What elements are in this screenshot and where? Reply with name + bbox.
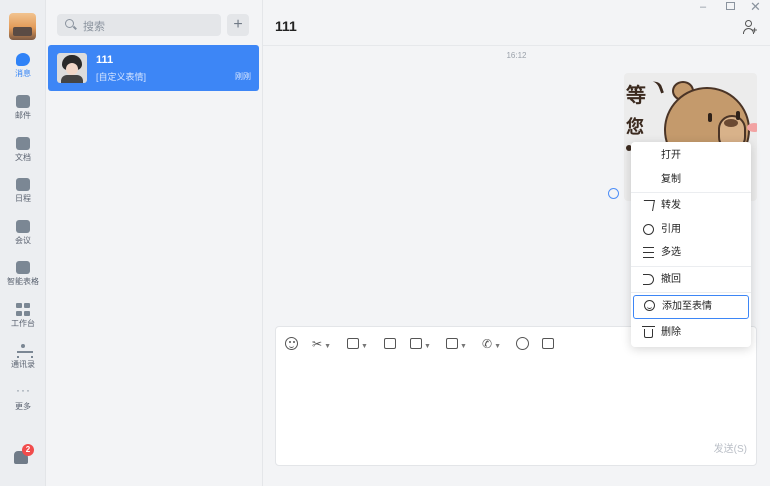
rail-item-label: 会议 bbox=[15, 236, 31, 245]
chat-title: 111 bbox=[275, 18, 297, 34]
context-menu: 打开 复制 转发 引用 多选 撤回 添加至表情 删除 bbox=[631, 142, 751, 347]
clock-icon bbox=[542, 338, 554, 349]
conversation-time: 刚刚 bbox=[235, 72, 251, 81]
sending-status-icon bbox=[608, 188, 619, 199]
menu-divider bbox=[631, 266, 751, 267]
close-button[interactable]: ✕ bbox=[750, 0, 761, 15]
rail-item-label: 文档 bbox=[15, 153, 31, 162]
menu-item-recall[interactable]: 撤回 bbox=[631, 269, 751, 291]
search-input[interactable]: 搜索 bbox=[57, 14, 221, 36]
notification-button[interactable]: 2 bbox=[13, 444, 34, 464]
chat-bubble-icon bbox=[16, 53, 30, 66]
forward-icon bbox=[642, 200, 655, 211]
menu-item-label: 转发 bbox=[661, 200, 681, 211]
task-tool[interactable]: ▼ bbox=[410, 336, 431, 352]
menu-item-label: 多选 bbox=[661, 247, 681, 258]
message-timestamp: 16:12 bbox=[506, 51, 527, 60]
menu-item-delete[interactable]: 删除 bbox=[631, 322, 751, 344]
menu-item-label: 复制 bbox=[661, 174, 681, 185]
image-tool[interactable]: ▼ bbox=[347, 336, 368, 352]
user-avatar[interactable] bbox=[9, 13, 36, 40]
more-icon: ··· bbox=[16, 383, 31, 397]
multi-select-icon bbox=[643, 247, 654, 258]
rail-item-label: 邮件 bbox=[15, 111, 31, 120]
menu-item-copy[interactable]: 复制 bbox=[631, 169, 751, 191]
message-input[interactable]: ✂ ▼ ▼ ▼ ▼ ✆ ▼ 发送(S) bbox=[275, 326, 757, 466]
conversation-item[interactable]: 111 [自定义表情] 刚刚 bbox=[48, 45, 259, 91]
sticker-glyph-2: 您 bbox=[626, 117, 644, 138]
rail-item-label: 智能表格 bbox=[7, 277, 39, 286]
rail-item-label: 更多 bbox=[15, 402, 31, 411]
menu-item-add-to-stickers[interactable]: 添加至表情 bbox=[633, 295, 749, 319]
rail-item-smart-sheet[interactable]: 智能表格 bbox=[0, 257, 46, 295]
search-placeholder: 搜索 bbox=[83, 21, 105, 33]
menu-item-label: 添加至表情 bbox=[662, 301, 712, 312]
smart-sheet-icon bbox=[16, 261, 30, 274]
send-button[interactable]: 发送(S) bbox=[714, 440, 747, 455]
undo-icon bbox=[643, 274, 654, 285]
rail-item-label: 消息 bbox=[15, 69, 31, 78]
rail-item-contacts[interactable]: 通讯录 bbox=[0, 340, 46, 378]
schedule-tool[interactable] bbox=[542, 336, 554, 352]
calendar-icon bbox=[16, 178, 30, 191]
rail-item-more[interactable]: ··· 更多 bbox=[0, 382, 46, 420]
meeting-icon bbox=[16, 220, 30, 233]
menu-divider bbox=[631, 192, 751, 193]
scissors-icon: ✂ bbox=[312, 337, 323, 351]
quote-icon bbox=[643, 224, 654, 235]
minimize-button[interactable]: – bbox=[700, 1, 706, 13]
conversation-list: 搜索 + 111 [自定义表情] 刚刚 bbox=[46, 0, 263, 486]
add-button[interactable]: + bbox=[227, 14, 249, 36]
smile-icon bbox=[644, 300, 655, 311]
contacts-icon bbox=[16, 344, 33, 358]
document-icon bbox=[16, 137, 30, 150]
menu-item-multi-select[interactable]: 多选 bbox=[631, 242, 751, 264]
emoji-icon[interactable] bbox=[285, 337, 298, 350]
menu-item-label: 撤回 bbox=[661, 274, 681, 285]
menu-item-forward[interactable]: 转发 bbox=[631, 195, 751, 217]
rail-item-messages[interactable]: 消息 bbox=[0, 49, 46, 87]
menu-item-quote[interactable]: 引用 bbox=[631, 219, 751, 241]
rail-item-mail[interactable]: 邮件 bbox=[0, 91, 46, 129]
maximize-button[interactable] bbox=[726, 2, 735, 10]
conversation-avatar bbox=[57, 53, 87, 83]
menu-item-label: 引用 bbox=[661, 224, 681, 235]
conversation-preview: [自定义表情] bbox=[96, 72, 147, 82]
rail-item-meeting[interactable]: 会议 bbox=[0, 216, 46, 254]
screenshot-tool[interactable]: ✂ ▼ bbox=[312, 336, 331, 352]
ellipsis-icon bbox=[516, 337, 529, 350]
image-icon bbox=[347, 338, 359, 349]
phone-icon: ✆ bbox=[482, 337, 493, 351]
rail-item-label: 工作台 bbox=[11, 319, 35, 328]
header-divider bbox=[263, 45, 770, 46]
rail-item-label: 通讯录 bbox=[11, 360, 35, 369]
rail-item-docs[interactable]: 文档 bbox=[0, 133, 46, 171]
more-tool[interactable] bbox=[516, 336, 529, 352]
workbench-icon bbox=[16, 303, 30, 316]
folder-tool[interactable]: ▼ bbox=[446, 336, 467, 352]
rail-item-workbench[interactable]: 工作台 bbox=[0, 299, 46, 337]
rail-item-calendar[interactable]: 日程 bbox=[0, 174, 46, 212]
call-tool[interactable]: ✆ ▼ bbox=[482, 336, 501, 352]
menu-divider bbox=[631, 292, 751, 293]
search-icon bbox=[65, 19, 74, 28]
checkbox-icon bbox=[410, 338, 422, 349]
conversation-name: 111 bbox=[96, 54, 114, 66]
file-tool[interactable] bbox=[384, 336, 396, 352]
menu-item-open[interactable]: 打开 bbox=[631, 145, 751, 167]
menu-item-label: 删除 bbox=[661, 327, 681, 338]
sticker-glyph-1: 等 bbox=[626, 83, 646, 107]
add-member-icon[interactable]: + bbox=[743, 20, 757, 35]
notification-badge: 2 bbox=[22, 444, 34, 456]
menu-item-label: 打开 bbox=[661, 150, 681, 161]
folder-icon bbox=[446, 338, 458, 349]
mail-icon bbox=[16, 95, 30, 108]
trash-icon bbox=[642, 326, 655, 338]
note-icon bbox=[384, 338, 396, 349]
rail-item-label: 日程 bbox=[15, 194, 31, 203]
nav-rail: 消息 邮件 文档 日程 会议 智能表格 工作台 通讯录 ··· 更多 2 bbox=[0, 0, 46, 486]
